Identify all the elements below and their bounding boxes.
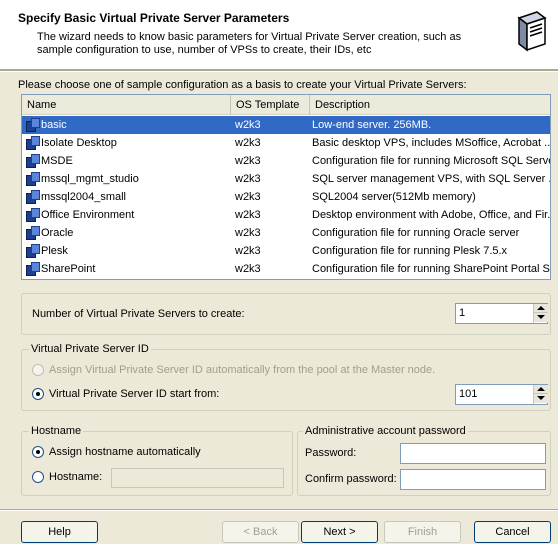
- spin-down-icon[interactable]: [534, 394, 548, 403]
- spin-up-icon[interactable]: [534, 385, 548, 394]
- config-name: MSDE: [41, 155, 73, 167]
- config-name: Plesk: [41, 245, 68, 257]
- config-description: Basic desktop VPS, includes MSoffice, Ac…: [312, 137, 550, 149]
- vps-id-start-value: 101: [459, 388, 478, 400]
- finish-button[interactable]: Finish: [384, 521, 461, 543]
- config-description: SQL2004 server(512Mb memory): [312, 191, 476, 203]
- vps-config-icon: [26, 154, 40, 168]
- vps-config-icon: [26, 262, 40, 276]
- config-os-template: w2k3: [235, 155, 261, 167]
- config-name: Office Environment: [41, 209, 135, 221]
- config-row[interactable]: Oracle w2k3 Configuration file for running…: [22, 224, 550, 242]
- config-row[interactable]: Office Environment w2k3 Desktop environmen…: [22, 206, 550, 224]
- vps-id-auto-label: Assign Virtual Private Server ID automat…: [49, 364, 436, 376]
- config-os-template: w2k3: [235, 263, 261, 275]
- config-os-template: w2k3: [235, 191, 261, 203]
- config-name: SharePoint: [41, 263, 96, 275]
- hostname-manual-radio[interactable]: [32, 471, 44, 483]
- config-os-template: w2k3: [235, 245, 261, 257]
- config-row[interactable]: mssql_mgmt_studio w2k3 SQL server manageme…: [22, 170, 550, 188]
- hostname-group-title: Hostname: [29, 425, 84, 437]
- vps-config-icon: [26, 226, 40, 240]
- config-description: Low-end server. 256MB.: [312, 119, 432, 131]
- next-button[interactable]: Next >: [301, 521, 378, 543]
- config-row[interactable]: MSDE w2k3 Configuration file for running M…: [22, 152, 550, 170]
- admin-password-group-title: Administrative account password: [303, 425, 468, 437]
- vps-id-start-radio[interactable]: [32, 388, 44, 400]
- config-name: basic: [41, 119, 67, 131]
- password-input[interactable]: [400, 443, 546, 464]
- column-header-description[interactable]: Description: [310, 95, 550, 115]
- header-divider: [0, 70, 558, 72]
- hostname-manual-label: Hostname:: [49, 471, 103, 483]
- vps-config-icon: [26, 172, 40, 186]
- vps-config-icon: [26, 136, 40, 150]
- confirm-password-input[interactable]: [400, 469, 546, 490]
- config-description: Configuration file for running SharePoin…: [312, 263, 550, 275]
- config-name: Oracle: [41, 227, 74, 239]
- config-name: Isolate Desktop: [41, 137, 117, 149]
- config-name: mssql_mgmt_studio: [41, 173, 139, 185]
- config-description: Configuration file for running Microsoft…: [312, 155, 550, 167]
- back-button[interactable]: < Back: [222, 521, 299, 543]
- help-button[interactable]: Help: [21, 521, 98, 543]
- password-label: Password:: [305, 447, 357, 459]
- vps-id-group-title: Virtual Private Server ID: [29, 343, 151, 355]
- config-row[interactable]: mssql2004_small w2k3 SQL2004 server(512Mb …: [22, 188, 550, 206]
- vps-count-spinner[interactable]: 1: [455, 303, 548, 324]
- cancel-button[interactable]: Cancel: [474, 521, 551, 543]
- hostname-input[interactable]: [111, 468, 284, 488]
- vps-count-value: 1: [459, 307, 466, 319]
- vps-count-label: Number of Virtual Private Servers to cre…: [32, 308, 245, 320]
- config-description: Configuration file for running Plesk 7.5…: [312, 245, 508, 257]
- config-row[interactable]: SharePoint w2k3 Configuration file for run…: [22, 260, 550, 278]
- wizard-header: Specify Basic Virtual Private Server Par…: [0, 0, 558, 70]
- vps-config-icon: [26, 208, 40, 222]
- config-os-template: w2k3: [235, 137, 261, 149]
- spin-up-icon[interactable]: [534, 304, 548, 313]
- server-wizard-icon: [511, 8, 551, 56]
- wizard-description: The wizard needs to know basic parameter…: [37, 31, 462, 56]
- wizard-title: Specify Basic Virtual Private Server Par…: [18, 11, 290, 25]
- footer-divider: [0, 509, 558, 511]
- config-os-template: w2k3: [235, 173, 261, 185]
- config-os-template: w2k3: [235, 119, 261, 131]
- vps-config-icon: [26, 118, 40, 132]
- vps-config-icon: [26, 244, 40, 258]
- config-row[interactable]: Plesk w2k3 Configuration file for running …: [22, 242, 550, 260]
- vps-id-start-label: Virtual Private Server ID start from:: [49, 388, 220, 400]
- confirm-password-label: Confirm password:: [305, 473, 397, 485]
- hostname-auto-radio[interactable]: [32, 446, 44, 458]
- config-description: SQL server management VPS, with SQL Serv…: [312, 173, 550, 185]
- config-row[interactable]: Isolate Desktop w2k3 Basic desktop VPS, in…: [22, 134, 550, 152]
- config-description: Configuration file for running Oracle se…: [312, 227, 520, 239]
- config-list-header: Name OS Template Description: [22, 95, 550, 115]
- config-os-template: w2k3: [235, 209, 261, 221]
- config-description: Desktop environment with Adobe, Office, …: [312, 209, 550, 221]
- config-row[interactable]: basic w2k3 Low-end server. 256MB.: [22, 116, 550, 134]
- vps-id-start-spinner[interactable]: 101: [455, 384, 548, 405]
- column-header-name[interactable]: Name: [22, 95, 231, 115]
- config-os-template: w2k3: [235, 227, 261, 239]
- hostname-auto-label: Assign hostname automatically: [49, 446, 201, 458]
- config-name: mssql2004_small: [41, 191, 126, 203]
- spin-down-icon[interactable]: [534, 313, 548, 322]
- vps-id-auto-radio: [32, 364, 44, 376]
- choose-config-label: Please choose one of sample configuratio…: [18, 79, 467, 91]
- vps-config-icon: [26, 190, 40, 204]
- config-list[interactable]: Name OS Template Description basic w2k3 Lo…: [21, 94, 551, 280]
- column-header-os-template[interactable]: OS Template: [231, 95, 310, 115]
